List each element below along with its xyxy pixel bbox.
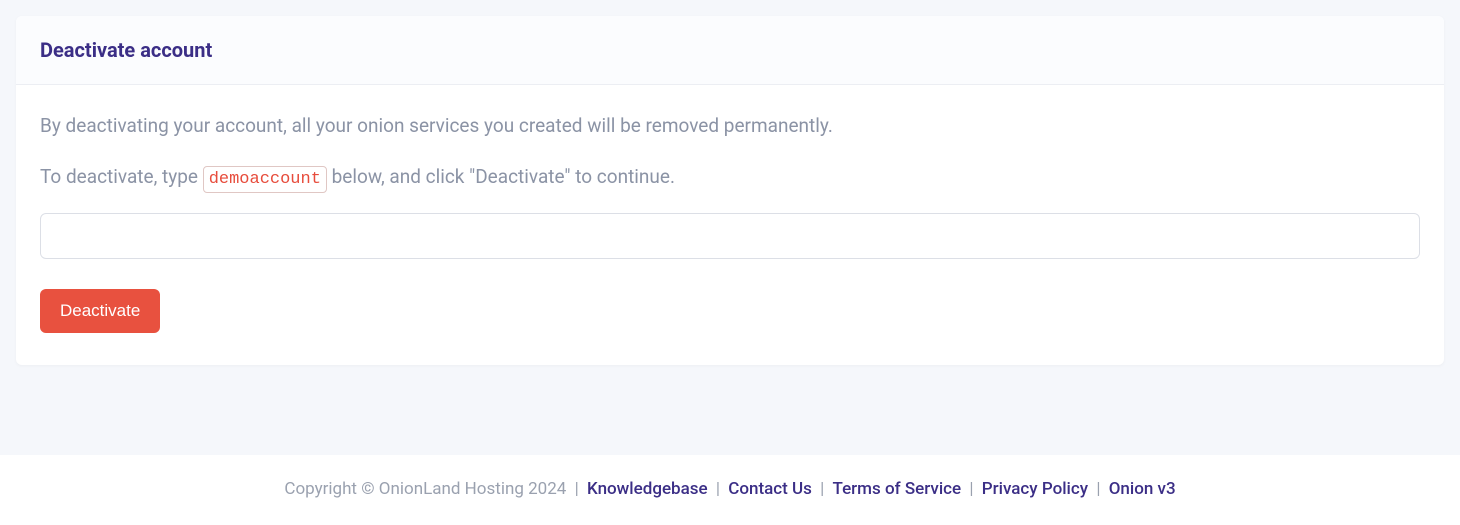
footer-separator: | [820, 479, 828, 499]
footer-separator: | [716, 479, 724, 499]
footer-separator: | [969, 479, 977, 499]
footer-link-onion[interactable]: Onion v3 [1109, 479, 1176, 499]
footer-separator: | [1096, 479, 1104, 499]
card-body: By deactivating your account, all your o… [16, 85, 1444, 365]
footer-link-knowledgebase[interactable]: Knowledgebase [587, 479, 708, 499]
instruction-prefix: To deactivate, type [40, 165, 203, 188]
footer: Copyright © OnionLand Hosting 2024 | Kno… [0, 455, 1460, 525]
deactivate-button[interactable]: Deactivate [40, 289, 160, 333]
confirm-input[interactable] [40, 213, 1420, 259]
footer-copyright: Copyright © OnionLand Hosting 2024 [284, 479, 566, 499]
card-title: Deactivate account [40, 38, 1420, 62]
deactivate-card: Deactivate account By deactivating your … [16, 16, 1444, 365]
footer-separator: | [575, 479, 583, 499]
footer-link-contact[interactable]: Contact Us [728, 479, 812, 499]
deactivate-instruction: To deactivate, type demoaccount below, a… [40, 164, 1420, 194]
deactivate-description: By deactivating your account, all your o… [40, 113, 1420, 140]
card-header: Deactivate account [16, 16, 1444, 85]
instruction-suffix: below, and click "Deactivate" to continu… [327, 165, 675, 188]
footer-link-privacy[interactable]: Privacy Policy [982, 479, 1088, 499]
footer-link-terms[interactable]: Terms of Service [833, 479, 962, 499]
account-code: demoaccount [203, 166, 327, 194]
